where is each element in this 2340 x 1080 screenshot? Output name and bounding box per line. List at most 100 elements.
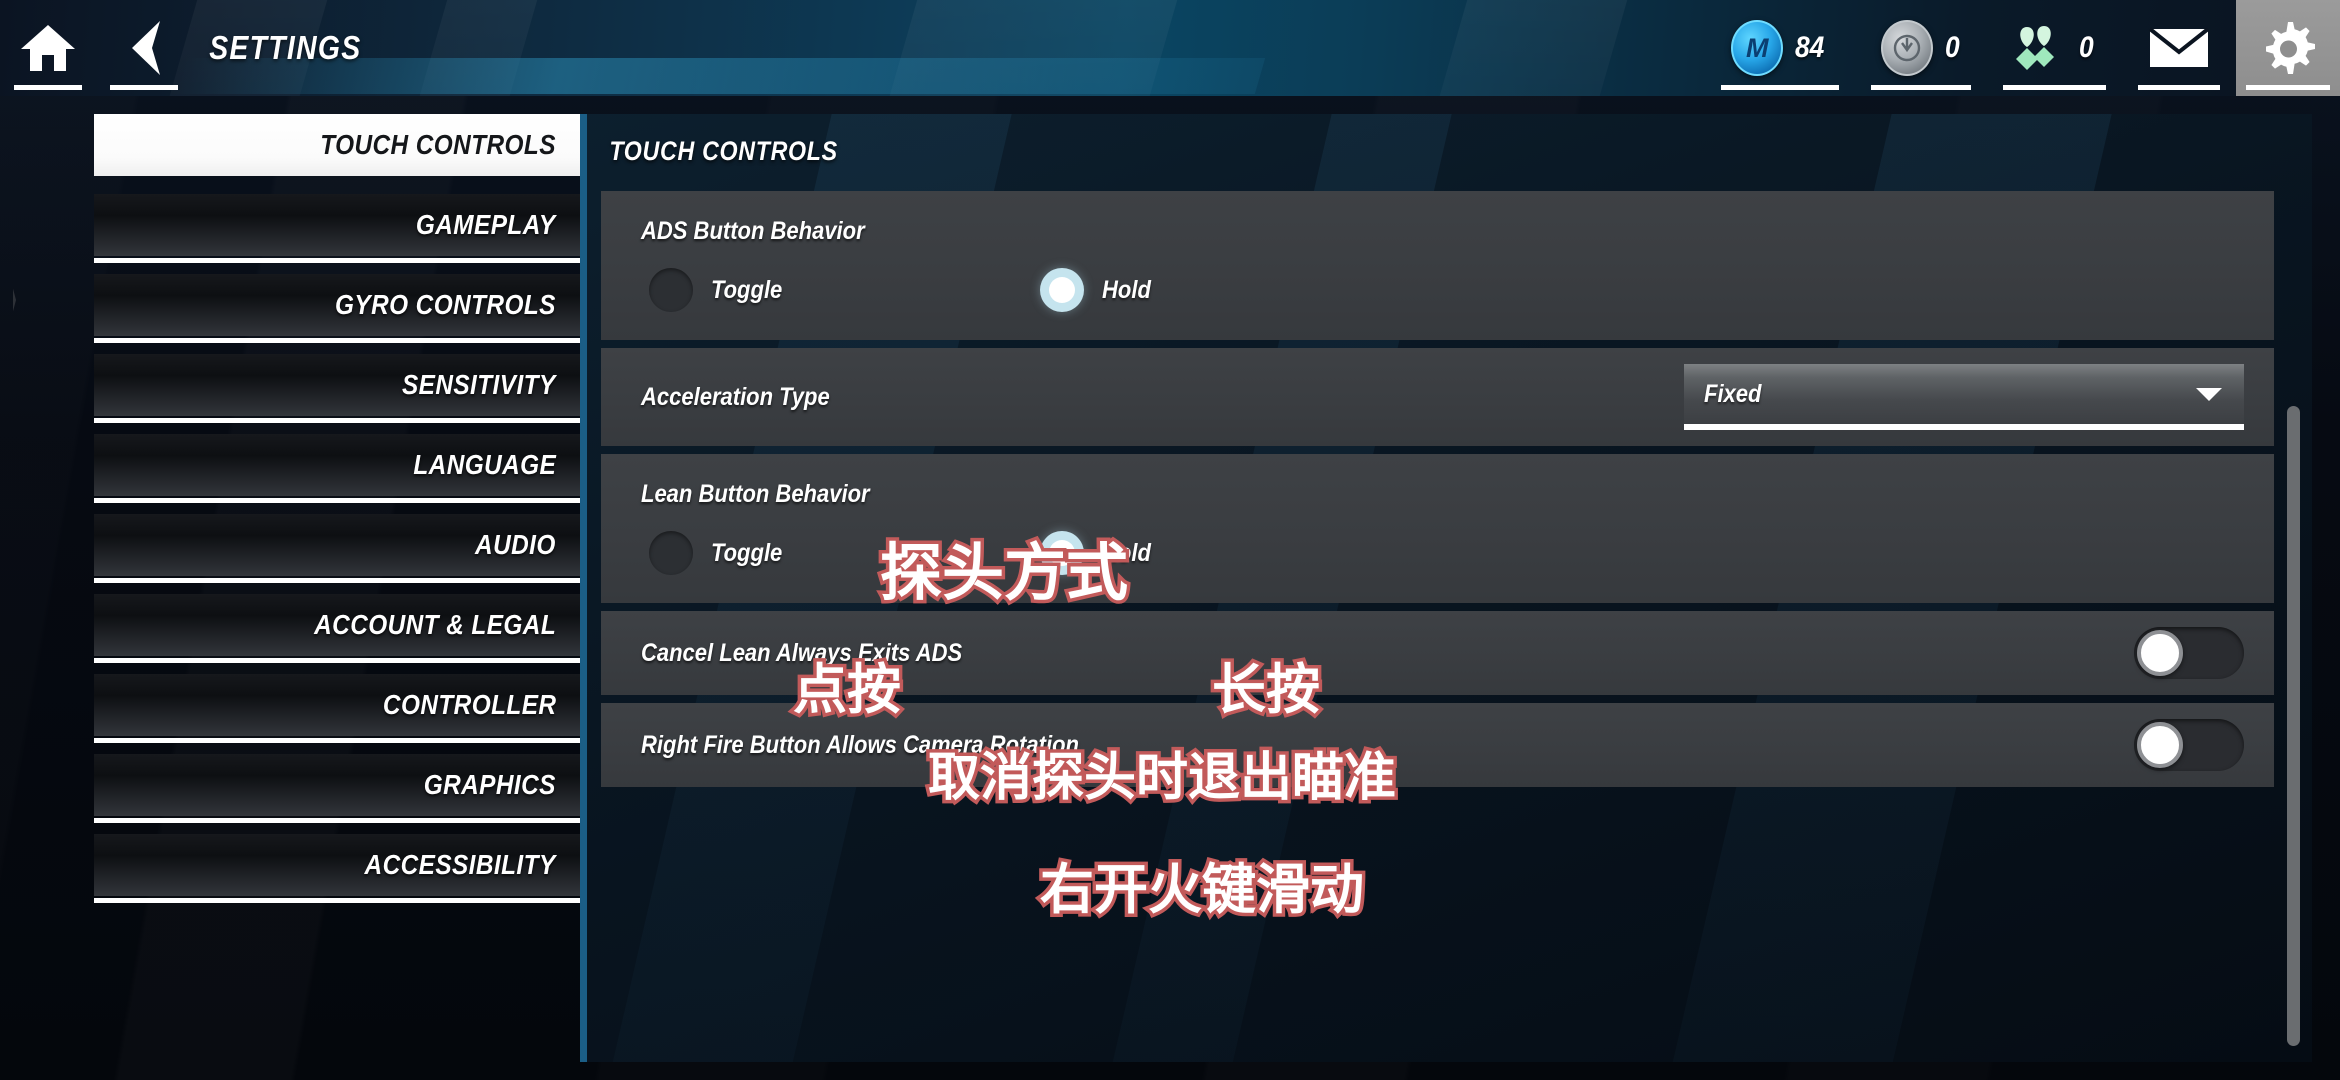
sidebar-item-label: CONTROLLER: [382, 689, 556, 720]
radio-label: Toggle: [711, 538, 783, 567]
settings-screen: SETTINGS M 84 0 0 TOUCH CONTROLS GAMEPLA…: [0, 0, 2340, 1080]
page-title: SETTINGS: [209, 29, 362, 66]
friends-icon: [2016, 26, 2055, 70]
back-button[interactable]: [96, 0, 192, 96]
sidebar-divider: [94, 258, 580, 263]
mail-button[interactable]: [2122, 0, 2236, 96]
friends-underline: [2003, 85, 2106, 90]
setting-row-lean-button-behavior: Lean Button Behavior Toggle Hold: [601, 454, 2274, 603]
settings-rows: ADS Button Behavior Toggle Hold Accelera…: [587, 191, 2312, 787]
back-underline: [110, 85, 178, 90]
mail-underline: [2138, 85, 2220, 90]
settings-panel: TOUCH CONTROLS ADS Button Behavior Toggl…: [580, 114, 2312, 1062]
radio-group-ads: Toggle Hold: [601, 268, 2274, 312]
sidebar-item-label: ACCESSIBILITY: [364, 849, 556, 880]
r6-credits-value: 0: [1944, 31, 1960, 64]
topbar-streak: [401, 0, 549, 96]
cancel-lean-toggle-switch[interactable]: [2134, 627, 2244, 679]
topbar-streak: [1421, 0, 1639, 96]
sidebar-item-gameplay[interactable]: GAMEPLAY: [94, 194, 580, 263]
sidebar-item-graphics[interactable]: GRAPHICS: [94, 754, 580, 823]
back-chevron-icon: [132, 21, 160, 75]
radio-label: Hold: [1102, 538, 1151, 567]
sidebar-divider: [94, 818, 580, 823]
m-credits-underline: [1721, 85, 1839, 90]
sidebar-divider: [94, 178, 580, 183]
radio-lean-hold[interactable]: Hold: [1040, 531, 1158, 575]
top-bar: SETTINGS M 84 0 0: [0, 0, 2340, 96]
sidebar-item-label: GRAPHICS: [423, 769, 556, 800]
mail-icon: [2148, 27, 2210, 67]
sidebar-divider: [94, 658, 580, 663]
top-nav-right: M 84 0 0: [1705, 0, 2340, 96]
sidebar-item-label: SENSITIVITY: [402, 369, 556, 400]
dropdown-value: Fixed: [1704, 379, 1762, 408]
settings-panel-wrapper: TOUCH CONTROLS ADS Button Behavior Toggl…: [580, 96, 2340, 1080]
sidebar-item-label: GAMEPLAY: [416, 209, 556, 240]
settings-button[interactable]: [2236, 0, 2340, 96]
sidebar-item-account-legal[interactable]: ACCOUNT & LEGAL: [94, 594, 580, 663]
sidebar-item-label: TOUCH CONTROLS: [320, 129, 556, 160]
sidebar-divider: [94, 578, 580, 583]
panel-scrollbar[interactable]: [2287, 406, 2300, 1046]
r6-logo-icon: [1893, 34, 1920, 62]
sidebar-item-audio[interactable]: AUDIO: [94, 514, 580, 583]
right-fire-toggle-switch[interactable]: [2134, 719, 2244, 771]
content-area: TOUCH CONTROLS GAMEPLAY GYRO CONTROLS SE…: [0, 96, 2340, 1080]
topbar-streak: [871, 0, 1189, 96]
sidebar-divider: [94, 898, 580, 903]
r6-credits-underline: [1870, 85, 1972, 90]
currency-friends[interactable]: 0: [1987, 0, 2122, 96]
setting-row-cancel-lean-exits-ads: Cancel Lean Always Exits ADS: [601, 611, 2274, 695]
setting-label: Right Fire Button Allows Camera Rotation: [641, 730, 1079, 759]
sidebar-item-label: GYRO CONTROLS: [335, 289, 556, 320]
setting-label: ADS Button Behavior: [641, 217, 865, 245]
setting-row-acceleration-type: Acceleration Type Fixed: [601, 348, 2274, 446]
sidebar-item-accessibility[interactable]: ACCESSIBILITY: [94, 834, 580, 903]
radio-group-lean: Toggle Hold: [601, 531, 2274, 575]
radio-dot-unselected-icon: [649, 531, 693, 575]
home-button[interactable]: [0, 0, 96, 96]
r6-credits-coin-icon: [1880, 20, 1933, 76]
radio-label: Toggle: [711, 275, 783, 304]
radio-dot-selected-icon: [1040, 268, 1085, 312]
setting-label: Cancel Lean Always Exits ADS: [641, 638, 963, 667]
sidebar-divider: [94, 418, 580, 423]
gear-underline: [2246, 85, 2330, 90]
toggle-knob: [2137, 722, 2183, 768]
currency-m-credits[interactable]: M 84: [1705, 0, 1854, 96]
radio-dot-unselected-icon: [649, 268, 693, 312]
chevron-down-icon: [2196, 387, 2222, 401]
setting-label: Lean Button Behavior: [641, 480, 870, 508]
sidebar-item-gyro-controls[interactable]: GYRO CONTROLS: [94, 274, 580, 343]
sidebar-item-label: LANGUAGE: [413, 449, 556, 480]
radio-dot-selected-icon: [1040, 531, 1085, 575]
m-credits-coin-icon: M: [1731, 20, 1784, 76]
sidebar-item-language[interactable]: LANGUAGE: [94, 434, 580, 503]
radio-ads-toggle[interactable]: Toggle: [649, 268, 792, 312]
setting-row-ads-button-behavior: ADS Button Behavior Toggle Hold: [601, 191, 2274, 340]
setting-row-right-fire-camera-rotation: Right Fire Button Allows Camera Rotation: [601, 703, 2274, 787]
sidebar-item-touch-controls[interactable]: TOUCH CONTROLS: [94, 114, 580, 176]
setting-label: Acceleration Type: [641, 382, 830, 411]
sidebar-divider: [94, 738, 580, 743]
friends-value: 0: [2079, 31, 2094, 64]
home-underline: [14, 85, 82, 90]
top-nav-left: SETTINGS: [0, 0, 389, 96]
toggle-knob: [2137, 630, 2183, 676]
panel-title: TOUCH CONTROLS: [609, 136, 838, 166]
radio-lean-toggle[interactable]: Toggle: [649, 531, 792, 575]
radio-label: Hold: [1102, 275, 1151, 304]
settings-sidebar: TOUCH CONTROLS GAMEPLAY GYRO CONTROLS SE…: [0, 96, 580, 1080]
sidebar-item-label: ACCOUNT & LEGAL: [314, 609, 556, 640]
home-icon: [21, 25, 75, 71]
sidebar-divider: [94, 338, 580, 343]
gear-icon: [2266, 22, 2315, 74]
m-credits-value: 84: [1795, 31, 1825, 64]
sidebar-item-controller[interactable]: CONTROLLER: [94, 674, 580, 743]
currency-r6-credits[interactable]: 0: [1855, 0, 1988, 96]
sidebar-divider: [94, 498, 580, 503]
acceleration-type-dropdown[interactable]: Fixed: [1684, 364, 2244, 430]
radio-ads-hold[interactable]: Hold: [1040, 268, 1158, 312]
sidebar-item-sensitivity[interactable]: SENSITIVITY: [94, 354, 580, 423]
